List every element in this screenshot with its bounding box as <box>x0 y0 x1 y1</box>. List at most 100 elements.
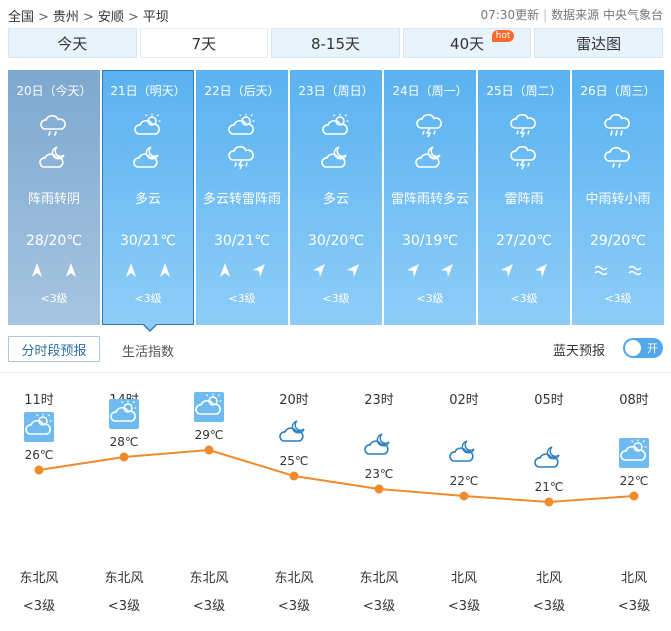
wind-direction-icon <box>63 262 79 281</box>
wind-direction-icons <box>102 262 194 281</box>
wind-level: <3级 <box>416 292 444 305</box>
partly-cloudy-icon <box>619 438 649 468</box>
forecast-tabs: 今天 7天 8-15天 40天 hot 雷达图 <box>8 28 663 58</box>
hourly-wind: 东北风 <box>359 571 399 586</box>
breadcrumb: 全国 > 贵州 > 安顺 > 平坝 <box>8 10 169 25</box>
wind-direction-icons <box>290 262 382 281</box>
day-weather-desc: 中雨转小雨 <box>585 192 651 207</box>
day-temperature: 27/20℃ <box>495 233 553 249</box>
temperature-point <box>459 491 469 501</box>
sub-tabs: 分时段预报 生活指数 蓝天预报 开 <box>8 336 663 364</box>
wind-direction-icon <box>627 262 643 281</box>
tab-8-15days[interactable]: 8-15天 <box>271 28 400 58</box>
tab-life-index[interactable]: 生活指数 <box>122 341 174 360</box>
temperature-point <box>119 452 129 462</box>
hourly-wind: 北风 <box>450 571 477 586</box>
day-weather-desc: 多云转雷阵雨 <box>202 192 281 207</box>
wind-level: <3级 <box>40 292 68 305</box>
day-card[interactable]: 22日（后天） 多云转雷阵雨 30/21℃ <3级 <box>196 70 288 325</box>
wind-direction-icon <box>345 262 361 281</box>
tab-hourly-forecast[interactable]: 分时段预报 <box>8 336 100 362</box>
tab-40days[interactable]: 40天 hot <box>402 28 532 58</box>
day-weather-desc: 雷阵雨转多云 <box>390 192 469 207</box>
update-meta: 07:30更新 | 数据来源 中央气象台 <box>480 8 663 22</box>
tab-7days[interactable]: 7天 <box>139 28 269 58</box>
day-card[interactable]: 25日（周二） 雷阵雨 27/20℃ <3级 <box>478 70 570 325</box>
wind-direction-icon <box>251 262 267 281</box>
breadcrumb-city[interactable]: 安顺 <box>98 10 124 25</box>
day-card[interactable]: 23日（周日） 多云 30/20℃ <3级 <box>290 70 382 325</box>
toggle-label: 开 <box>647 342 658 355</box>
tab-radar[interactable]: 雷达图 <box>534 28 663 58</box>
tab-today[interactable]: 今天 <box>8 28 137 58</box>
partly-cloudy-icon <box>109 399 139 429</box>
day-card[interactable]: 24日（周一） 雷阵雨转多云 30/19℃ <3级 <box>384 70 476 325</box>
hourly-time: 11时 <box>24 393 54 408</box>
day-date: 22日（后天） <box>204 84 280 98</box>
day-date: 21日（明天） <box>110 84 186 98</box>
hourly-wind-level: <3级 <box>532 599 566 614</box>
wind-direction-icon <box>499 262 515 281</box>
thunder-rain-icon <box>509 144 539 170</box>
hourly-wind-level: <3级 <box>107 599 141 614</box>
partly-cloudy-icon <box>321 112 351 138</box>
hourly-wind: 北风 <box>620 571 647 586</box>
wind-direction-icon <box>29 262 45 281</box>
day-date: 20日（今天） <box>16 84 92 98</box>
hourly-temperature: 29℃ <box>194 428 224 442</box>
breadcrumb-country[interactable]: 全国 <box>8 10 34 25</box>
temperature-point <box>34 465 44 475</box>
breadcrumb-county: 平坝 <box>142 10 169 25</box>
hourly-wind: 东北风 <box>274 571 314 586</box>
tab-label: 40天 <box>450 34 485 53</box>
day-temperature: 29/20℃ <box>589 233 647 249</box>
tab-label: 8-15天 <box>310 34 360 53</box>
temperature-point <box>544 497 554 507</box>
cloudy-night-icon <box>279 418 309 448</box>
hourly-temperature: 22℃ <box>619 474 649 488</box>
hourly-wind: 东北风 <box>104 571 144 586</box>
temperature-point <box>204 445 214 455</box>
day-weather-desc: 多云 <box>134 192 161 207</box>
cloudy-night-icon <box>39 144 69 170</box>
top-bar: 全国 > 贵州 > 安顺 > 平坝 07:30更新 | 数据来源 中央气象台 <box>0 0 671 28</box>
hourly-wind-level: <3级 <box>192 599 226 614</box>
day-card[interactable]: 20日（今天） 阵雨转阴 28/20℃ <3级 <box>8 70 100 325</box>
breadcrumb-province[interactable]: 贵州 <box>53 10 79 25</box>
bluesky-toggle[interactable]: 开 <box>623 338 663 358</box>
tab-label: 今天 <box>57 34 88 53</box>
wind-level: <3级 <box>604 292 632 305</box>
cloudy-night-icon <box>534 444 564 474</box>
wind-direction-icons <box>196 262 288 281</box>
wind-direction-icons <box>384 262 476 281</box>
light-rain-icon <box>603 144 633 170</box>
seven-day-forecast: 20日（今天） 阵雨转阴 28/20℃ <3级 21日（明天） 多云 30/21… <box>8 70 668 325</box>
wind-level: <3级 <box>510 292 538 305</box>
day-date: 23日（周日） <box>298 84 374 98</box>
temperature-curve <box>34 445 639 507</box>
bluesky-forecast-label: 蓝天预报 <box>552 344 605 359</box>
day-weather-desc: 阵雨转阴 <box>27 192 80 207</box>
light-rain-icon <box>39 112 69 138</box>
day-card[interactable]: 26日（周三） 中雨转小雨 29/20℃ <3级 <box>572 70 664 325</box>
hourly-wind-level: <3级 <box>362 599 396 614</box>
thunder-rain-icon <box>415 112 445 138</box>
hourly-wind-level: <3级 <box>22 599 56 614</box>
hourly-time: 05时 <box>534 393 564 408</box>
hourly-forecast: 11时 东北风 <3级26℃ 14时 东北风 <3级28℃ 17时 东北风 <3… <box>0 373 671 631</box>
selected-day-pointer <box>142 323 158 332</box>
day-card[interactable]: 21日（明天） 多云 30/21℃ <3级 <box>102 70 194 325</box>
wind-direction-icon <box>593 262 609 281</box>
day-temperature: 30/21℃ <box>213 233 271 249</box>
hourly-temperature: 25℃ <box>279 454 309 468</box>
partly-cloudy-icon <box>227 112 257 138</box>
temperature-point <box>374 484 384 494</box>
hourly-time: 08时 <box>619 393 649 408</box>
wind-level: <3级 <box>228 292 256 305</box>
day-date: 26日（周三） <box>580 84 656 98</box>
day-temperature: 28/20℃ <box>25 233 83 249</box>
partly-cloudy-icon <box>133 112 163 138</box>
hourly-wind: 东北风 <box>19 571 59 586</box>
cloudy-night-icon <box>449 438 479 468</box>
hourly-temperature: 23℃ <box>364 467 394 481</box>
